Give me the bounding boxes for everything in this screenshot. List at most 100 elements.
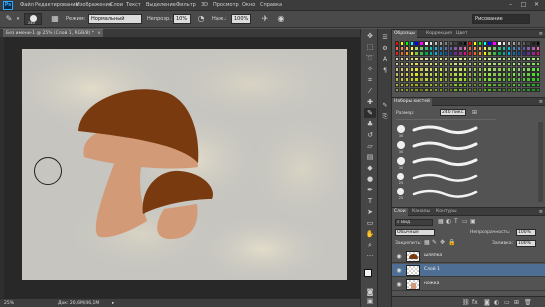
color-swatch[interactable]	[443, 61, 449, 67]
color-swatch[interactable]	[521, 67, 526, 72]
color-swatch[interactable]	[429, 46, 434, 51]
color-swatch[interactable]	[502, 41, 507, 46]
color-swatch[interactable]	[458, 87, 463, 93]
status-arrow-icon[interactable]: ▸	[112, 301, 114, 306]
color-swatch[interactable]	[429, 41, 434, 46]
color-swatch[interactable]	[526, 82, 531, 88]
color-swatch[interactable]	[472, 46, 478, 51]
color-swatch[interactable]	[404, 56, 410, 62]
color-swatch[interactable]	[409, 56, 414, 62]
new-layer-icon[interactable]: ⊞	[514, 299, 519, 307]
brush-preset-dot[interactable]	[397, 141, 405, 149]
color-swatch[interactable]	[477, 61, 483, 67]
color-swatch[interactable]	[424, 61, 429, 67]
character-panel-icon[interactable]: A	[380, 55, 390, 64]
color-swatch[interactable]	[443, 87, 449, 93]
color-swatch[interactable]	[536, 72, 541, 77]
color-swatch[interactable]	[482, 51, 487, 57]
color-swatch[interactable]	[463, 82, 468, 88]
color-swatch[interactable]	[521, 51, 526, 57]
color-swatch[interactable]	[497, 77, 502, 83]
color-swatch[interactable]	[502, 82, 507, 88]
color-swatch[interactable]	[463, 67, 468, 72]
menu-view[interactable]: Просмотр	[213, 2, 239, 8]
color-swatch[interactable]	[477, 67, 483, 72]
tab-adjustments[interactable]: Коррекция	[424, 30, 454, 38]
color-swatch[interactable]	[492, 82, 497, 88]
menu-3d[interactable]: 3D	[201, 2, 208, 8]
color-swatch[interactable]	[414, 51, 419, 57]
color-swatch[interactable]	[477, 41, 483, 46]
color-swatch[interactable]	[414, 61, 419, 67]
color-swatch[interactable]	[399, 72, 405, 77]
color-swatch[interactable]	[404, 77, 410, 83]
paragraph-panel-icon[interactable]: ¶	[380, 66, 390, 75]
filter-shape-icon[interactable]: ▭	[462, 218, 468, 226]
panel-menu-icon[interactable]: ≡	[539, 98, 543, 106]
color-swatch[interactable]	[414, 46, 419, 51]
color-swatch[interactable]	[458, 67, 463, 72]
color-swatch[interactable]	[492, 41, 497, 46]
tab-channels[interactable]: Каналы	[410, 208, 432, 216]
delete-layer-icon[interactable]: 🗑	[524, 299, 532, 307]
color-swatch[interactable]	[506, 41, 512, 46]
color-swatch[interactable]	[482, 82, 487, 88]
color-swatch[interactable]	[516, 67, 522, 72]
color-swatch[interactable]	[531, 72, 536, 77]
color-swatch[interactable]	[521, 87, 526, 93]
color-swatch[interactable]	[448, 87, 453, 93]
layer-row-selected[interactable]: ◉ Слой 1	[392, 264, 545, 277]
color-swatch[interactable]	[429, 72, 434, 77]
color-swatch[interactable]	[424, 46, 429, 51]
color-swatch[interactable]	[438, 46, 444, 51]
color-swatch[interactable]	[492, 51, 497, 57]
color-swatch[interactable]	[497, 51, 502, 57]
minimize-icon[interactable]: –	[505, 1, 516, 9]
color-swatch[interactable]	[497, 41, 502, 46]
color-swatch[interactable]	[511, 82, 517, 88]
shape-tool-icon[interactable]: ▭	[364, 218, 376, 228]
color-swatch[interactable]	[492, 77, 497, 83]
color-swatch[interactable]	[477, 77, 483, 83]
eyedropper-tool-icon[interactable]: ⁄	[364, 86, 376, 96]
add-mask-icon[interactable]: ◙	[484, 299, 490, 307]
color-swatch[interactable]	[506, 46, 512, 51]
color-swatch[interactable]	[433, 87, 439, 93]
link-layers-icon[interactable]: ⛓	[462, 299, 470, 307]
color-swatch[interactable]	[438, 51, 444, 57]
color-swatch[interactable]	[453, 56, 458, 62]
color-swatch[interactable]	[404, 87, 410, 93]
color-swatch[interactable]	[414, 72, 419, 77]
filter-adjustment-icon[interactable]: ◐	[446, 218, 451, 226]
color-swatch[interactable]	[458, 56, 463, 62]
color-swatch[interactable]	[511, 77, 517, 83]
color-swatch[interactable]	[502, 77, 507, 83]
color-swatch[interactable]	[516, 82, 522, 88]
color-swatch[interactable]	[472, 56, 478, 62]
color-swatch[interactable]	[482, 67, 487, 72]
color-swatch[interactable]	[463, 61, 468, 67]
layer-row[interactable]: ◉ ножка	[392, 278, 545, 291]
color-swatch[interactable]	[516, 87, 522, 93]
color-swatch[interactable]	[448, 41, 453, 46]
color-swatch[interactable]	[502, 56, 507, 62]
color-swatch[interactable]	[468, 56, 473, 62]
color-swatch[interactable]	[472, 41, 478, 46]
color-swatch[interactable]	[414, 67, 419, 72]
panel-menu-icon[interactable]: ≡	[539, 30, 543, 38]
color-swatch[interactable]	[506, 61, 512, 67]
zoom-readout[interactable]: 25%	[4, 301, 14, 306]
pressure-size-icon[interactable]: ◉	[276, 14, 286, 24]
color-swatch[interactable]	[468, 51, 473, 57]
color-swatch[interactable]	[482, 87, 487, 93]
color-swatch[interactable]	[453, 82, 458, 88]
color-swatch[interactable]	[536, 46, 541, 51]
color-swatch[interactable]	[443, 82, 449, 88]
color-swatch[interactable]	[429, 87, 434, 93]
color-swatch[interactable]	[506, 72, 512, 77]
tab-swatches[interactable]: Образцы	[392, 30, 417, 38]
panel-menu-icon[interactable]: ≡	[539, 208, 543, 216]
new-preset-icon[interactable]: ⊞	[472, 109, 477, 117]
color-swatch[interactable]	[458, 77, 463, 83]
color-swatch[interactable]	[414, 87, 419, 93]
